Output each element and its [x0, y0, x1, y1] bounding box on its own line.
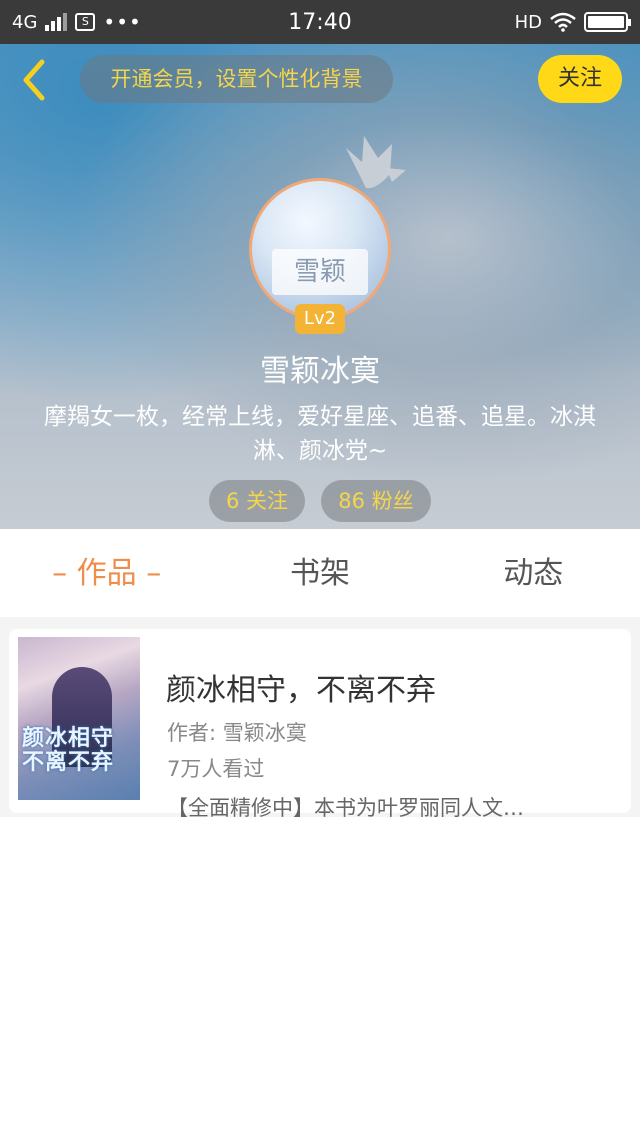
status-right: HD — [514, 11, 631, 33]
followers-count[interactable]: 86 粉丝 — [321, 480, 431, 522]
more-notifications: ••• — [103, 10, 142, 34]
book-description: 【全面精修中】本书为叶罗丽同人文… — [167, 796, 524, 820]
status-left: 4G S ••• — [12, 10, 142, 34]
follow-stats: 6 关注 86 粉丝 — [0, 480, 640, 522]
back-arrow-icon[interactable] — [16, 58, 56, 102]
tab-works[interactable]: – 作品 – — [0, 529, 213, 617]
level-badge: Lv2 — [295, 304, 345, 334]
profile-tabs: – 作品 – 书架 动态 — [0, 529, 640, 617]
signal-icon — [45, 13, 68, 31]
bio-line: 淋、颜冰党~ — [252, 438, 388, 464]
tab-bookshelf[interactable]: 书架 — [213, 529, 426, 617]
book-views: 7万人看过 — [167, 757, 265, 781]
tab-activity[interactable]: 动态 — [427, 529, 640, 617]
hd-indicator: HD — [514, 11, 542, 33]
profile-header: 开通会员，设置个性化背景 关注 雪颖 Lv2 雪颖冰寞 摩羯女一枚，经常上线，爱… — [0, 44, 640, 529]
app-notification-icon: S — [75, 13, 96, 31]
wifi-icon — [550, 12, 576, 32]
network-type: 4G — [12, 11, 38, 33]
vip-background-prompt[interactable]: 开通会员，设置个性化背景 — [80, 55, 393, 103]
follow-button[interactable]: 关注 — [538, 55, 622, 103]
book-author: 作者: 雪颖冰寞 — [167, 721, 307, 745]
following-count[interactable]: 6 关注 — [209, 480, 305, 522]
book-card[interactable]: 颜冰相守 不离不弃 颜冰相守，不离不弃 作者: 雪颖冰寞 7万人看过 【全面精修… — [9, 629, 631, 820]
avatar-watermark: 雪颖 — [272, 249, 368, 295]
avatar[interactable]: 雪颖 — [249, 178, 391, 320]
book-list: 颜冰相守 不离不弃 颜冰相守，不离不弃 作者: 雪颖冰寞 7万人看过 【全面精修… — [0, 617, 640, 820]
battery-icon — [584, 12, 631, 32]
user-bio: 摩羯女一枚，经常上线，爱好星座、追番、追星。冰淇 淋、颜冰党~ — [0, 400, 640, 468]
bio-line: 摩羯女一枚，经常上线，爱好星座、追番、追星。冰淇 — [44, 404, 596, 430]
cover-title: 颜冰相守 不离不弃 — [22, 726, 115, 775]
status-bar: 4G S ••• 17:40 HD — [0, 0, 640, 44]
clock: 17:40 — [288, 9, 352, 35]
book-title[interactable]: 颜冰相守，不离不弃 — [166, 665, 436, 709]
username: 雪颖冰寞 — [260, 354, 380, 389]
book-cover[interactable]: 颜冰相守 不离不弃 — [18, 637, 140, 800]
